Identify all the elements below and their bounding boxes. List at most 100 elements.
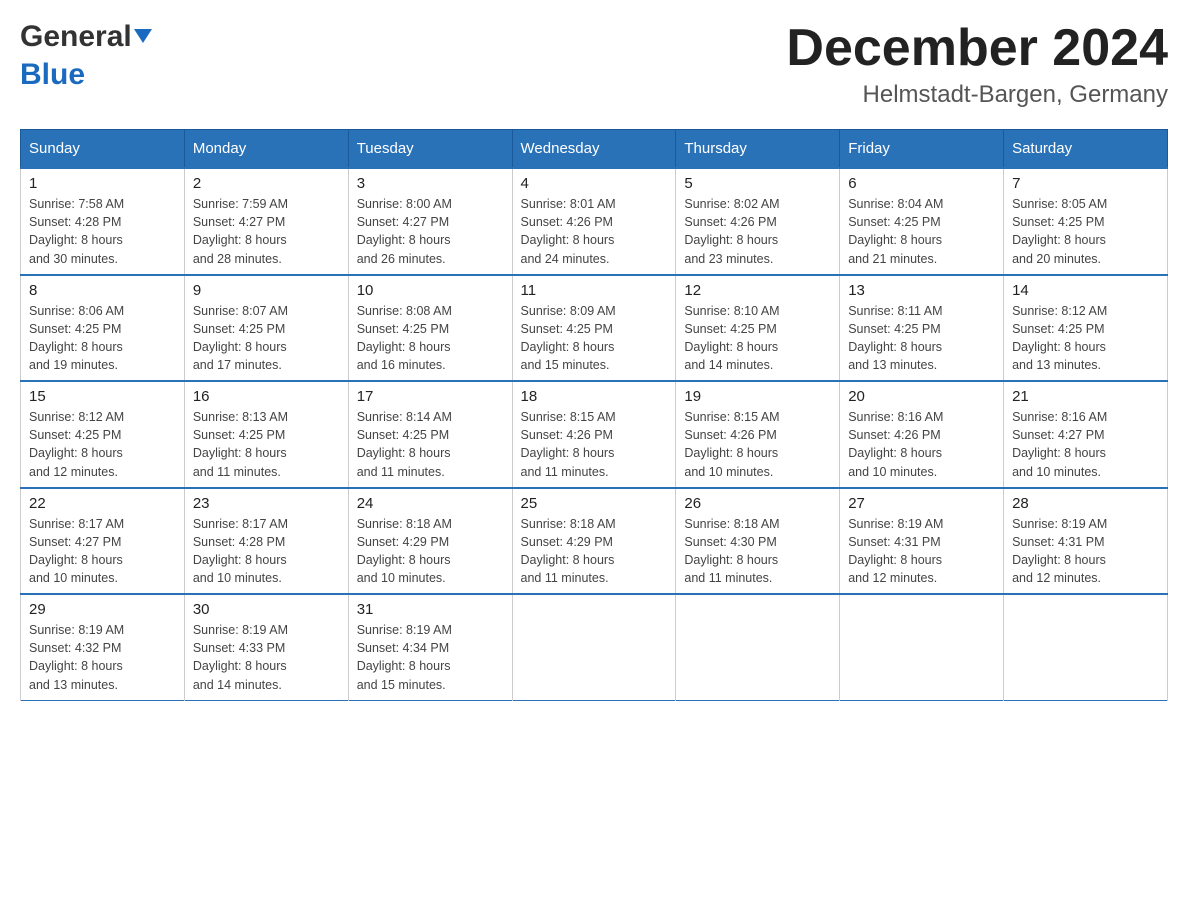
day-number: 30 (193, 601, 340, 618)
calendar-header-sunday: Sunday (21, 130, 185, 169)
calendar-table: SundayMondayTuesdayWednesdayThursdayFrid… (20, 129, 1168, 701)
calendar-cell: 9 Sunrise: 8:07 AMSunset: 4:25 PMDayligh… (184, 275, 348, 382)
day-number: 12 (684, 282, 831, 299)
calendar-header-monday: Monday (184, 130, 348, 169)
day-info: Sunrise: 8:01 AMSunset: 4:26 PMDaylight:… (521, 197, 616, 265)
calendar-cell: 3 Sunrise: 8:00 AMSunset: 4:27 PMDayligh… (348, 168, 512, 275)
calendar-week-row-1: 1 Sunrise: 7:58 AMSunset: 4:28 PMDayligh… (21, 168, 1168, 275)
calendar-cell (512, 594, 676, 700)
day-info: Sunrise: 8:19 AMSunset: 4:33 PMDaylight:… (193, 623, 288, 691)
day-number: 4 (521, 175, 668, 192)
day-info: Sunrise: 8:17 AMSunset: 4:28 PMDaylight:… (193, 517, 288, 585)
calendar-week-row-5: 29 Sunrise: 8:19 AMSunset: 4:32 PMDaylig… (21, 594, 1168, 700)
day-number: 29 (29, 601, 176, 618)
day-info: Sunrise: 8:14 AMSunset: 4:25 PMDaylight:… (357, 410, 452, 478)
day-info: Sunrise: 8:12 AMSunset: 4:25 PMDaylight:… (29, 410, 124, 478)
calendar-cell: 24 Sunrise: 8:18 AMSunset: 4:29 PMDaylig… (348, 488, 512, 595)
logo-icon (134, 29, 152, 45)
day-info: Sunrise: 8:00 AMSunset: 4:27 PMDaylight:… (357, 197, 452, 265)
day-number: 20 (848, 388, 995, 405)
calendar-cell: 31 Sunrise: 8:19 AMSunset: 4:34 PMDaylig… (348, 594, 512, 700)
day-number: 1 (29, 175, 176, 192)
day-number: 28 (1012, 495, 1159, 512)
day-number: 8 (29, 282, 176, 299)
logo-general-text: General (20, 20, 132, 54)
day-number: 31 (357, 601, 504, 618)
day-info: Sunrise: 8:19 AMSunset: 4:34 PMDaylight:… (357, 623, 452, 691)
calendar-cell: 2 Sunrise: 7:59 AMSunset: 4:27 PMDayligh… (184, 168, 348, 275)
day-number: 23 (193, 495, 340, 512)
day-info: Sunrise: 8:09 AMSunset: 4:25 PMDaylight:… (521, 304, 616, 372)
month-title: December 2024 (786, 20, 1168, 77)
day-info: Sunrise: 7:58 AMSunset: 4:28 PMDaylight:… (29, 197, 124, 265)
calendar-cell: 21 Sunrise: 8:16 AMSunset: 4:27 PMDaylig… (1004, 381, 1168, 488)
calendar-header-saturday: Saturday (1004, 130, 1168, 169)
calendar-cell (1004, 594, 1168, 700)
location-title: Helmstadt-Bargen, Germany (786, 81, 1168, 109)
day-info: Sunrise: 8:06 AMSunset: 4:25 PMDaylight:… (29, 304, 124, 372)
calendar-header-row: SundayMondayTuesdayWednesdayThursdayFrid… (21, 130, 1168, 169)
day-info: Sunrise: 8:13 AMSunset: 4:25 PMDaylight:… (193, 410, 288, 478)
calendar-cell: 29 Sunrise: 8:19 AMSunset: 4:32 PMDaylig… (21, 594, 185, 700)
calendar-cell: 18 Sunrise: 8:15 AMSunset: 4:26 PMDaylig… (512, 381, 676, 488)
day-number: 10 (357, 282, 504, 299)
calendar-header-friday: Friday (840, 130, 1004, 169)
calendar-week-row-2: 8 Sunrise: 8:06 AMSunset: 4:25 PMDayligh… (21, 275, 1168, 382)
day-number: 9 (193, 282, 340, 299)
calendar-cell: 30 Sunrise: 8:19 AMSunset: 4:33 PMDaylig… (184, 594, 348, 700)
day-info: Sunrise: 8:08 AMSunset: 4:25 PMDaylight:… (357, 304, 452, 372)
calendar-cell: 4 Sunrise: 8:01 AMSunset: 4:26 PMDayligh… (512, 168, 676, 275)
day-number: 24 (357, 495, 504, 512)
day-info: Sunrise: 8:10 AMSunset: 4:25 PMDaylight:… (684, 304, 779, 372)
day-number: 16 (193, 388, 340, 405)
calendar-cell: 16 Sunrise: 8:13 AMSunset: 4:25 PMDaylig… (184, 381, 348, 488)
calendar-cell: 5 Sunrise: 8:02 AMSunset: 4:26 PMDayligh… (676, 168, 840, 275)
calendar-cell: 15 Sunrise: 8:12 AMSunset: 4:25 PMDaylig… (21, 381, 185, 488)
day-number: 14 (1012, 282, 1159, 299)
calendar-cell: 23 Sunrise: 8:17 AMSunset: 4:28 PMDaylig… (184, 488, 348, 595)
day-number: 18 (521, 388, 668, 405)
calendar-cell: 22 Sunrise: 8:17 AMSunset: 4:27 PMDaylig… (21, 488, 185, 595)
day-number: 19 (684, 388, 831, 405)
day-number: 17 (357, 388, 504, 405)
calendar-cell: 25 Sunrise: 8:18 AMSunset: 4:29 PMDaylig… (512, 488, 676, 595)
logo-blue-text: Blue (20, 58, 85, 92)
calendar-cell: 26 Sunrise: 8:18 AMSunset: 4:30 PMDaylig… (676, 488, 840, 595)
day-number: 11 (521, 282, 668, 299)
calendar-cell: 8 Sunrise: 8:06 AMSunset: 4:25 PMDayligh… (21, 275, 185, 382)
day-info: Sunrise: 8:15 AMSunset: 4:26 PMDaylight:… (521, 410, 616, 478)
title-area: December 2024 Helmstadt-Bargen, Germany (786, 20, 1168, 109)
calendar-week-row-4: 22 Sunrise: 8:17 AMSunset: 4:27 PMDaylig… (21, 488, 1168, 595)
calendar-header-tuesday: Tuesday (348, 130, 512, 169)
calendar-header-thursday: Thursday (676, 130, 840, 169)
day-number: 5 (684, 175, 831, 192)
calendar-week-row-3: 15 Sunrise: 8:12 AMSunset: 4:25 PMDaylig… (21, 381, 1168, 488)
day-number: 3 (357, 175, 504, 192)
day-info: Sunrise: 8:18 AMSunset: 4:30 PMDaylight:… (684, 517, 779, 585)
day-info: Sunrise: 8:05 AMSunset: 4:25 PMDaylight:… (1012, 197, 1107, 265)
day-number: 2 (193, 175, 340, 192)
day-number: 6 (848, 175, 995, 192)
calendar-cell: 7 Sunrise: 8:05 AMSunset: 4:25 PMDayligh… (1004, 168, 1168, 275)
calendar-cell (840, 594, 1004, 700)
day-info: Sunrise: 8:18 AMSunset: 4:29 PMDaylight:… (521, 517, 616, 585)
day-info: Sunrise: 8:17 AMSunset: 4:27 PMDaylight:… (29, 517, 124, 585)
day-number: 21 (1012, 388, 1159, 405)
calendar-cell: 6 Sunrise: 8:04 AMSunset: 4:25 PMDayligh… (840, 168, 1004, 275)
day-info: Sunrise: 8:02 AMSunset: 4:26 PMDaylight:… (684, 197, 779, 265)
day-number: 25 (521, 495, 668, 512)
day-info: Sunrise: 8:11 AMSunset: 4:25 PMDaylight:… (848, 304, 942, 372)
calendar-cell: 14 Sunrise: 8:12 AMSunset: 4:25 PMDaylig… (1004, 275, 1168, 382)
day-info: Sunrise: 8:07 AMSunset: 4:25 PMDaylight:… (193, 304, 288, 372)
calendar-cell: 28 Sunrise: 8:19 AMSunset: 4:31 PMDaylig… (1004, 488, 1168, 595)
page-header: General Blue December 2024 Helmstadt-Bar… (20, 20, 1168, 109)
day-info: Sunrise: 8:19 AMSunset: 4:31 PMDaylight:… (1012, 517, 1107, 585)
calendar-cell: 10 Sunrise: 8:08 AMSunset: 4:25 PMDaylig… (348, 275, 512, 382)
calendar-header-wednesday: Wednesday (512, 130, 676, 169)
calendar-cell: 17 Sunrise: 8:14 AMSunset: 4:25 PMDaylig… (348, 381, 512, 488)
day-info: Sunrise: 8:16 AMSunset: 4:27 PMDaylight:… (1012, 410, 1107, 478)
day-number: 15 (29, 388, 176, 405)
day-info: Sunrise: 8:12 AMSunset: 4:25 PMDaylight:… (1012, 304, 1107, 372)
calendar-cell: 20 Sunrise: 8:16 AMSunset: 4:26 PMDaylig… (840, 381, 1004, 488)
day-info: Sunrise: 8:19 AMSunset: 4:32 PMDaylight:… (29, 623, 124, 691)
